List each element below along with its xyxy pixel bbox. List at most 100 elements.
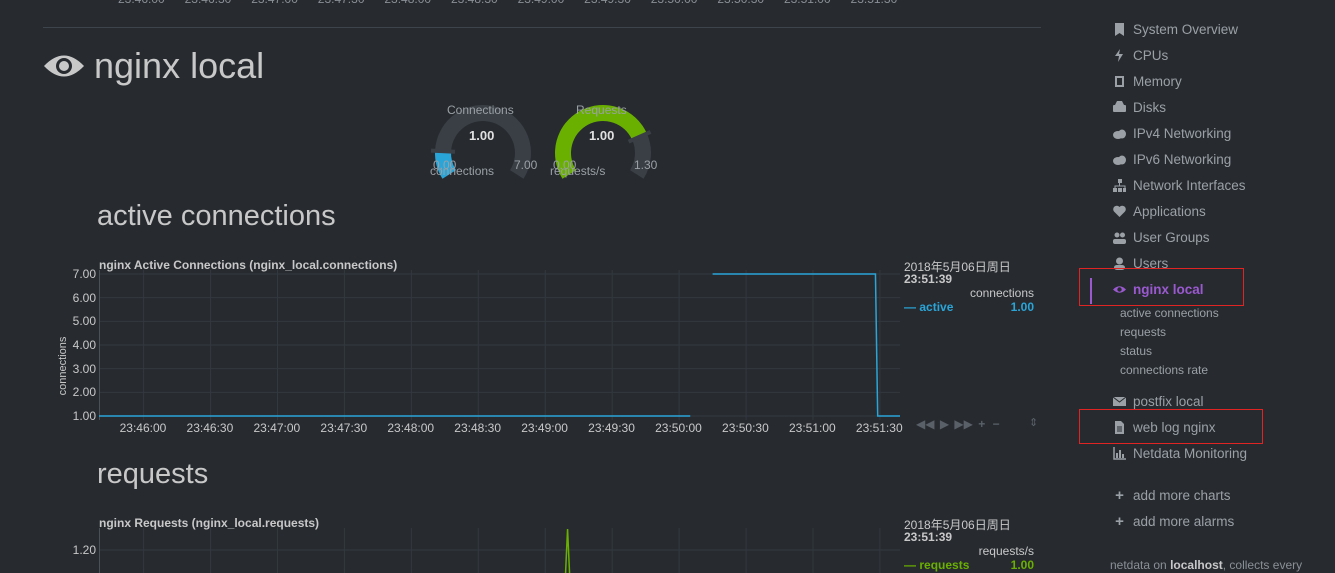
y-tick-label: 2.00	[72, 385, 96, 400]
x-tick-label: 23:46:00	[119, 421, 167, 435]
footer-suffix: , collects every	[1222, 558, 1303, 572]
y-tick-label: 7.00	[72, 267, 96, 281]
footer-host: localhost	[1170, 558, 1223, 572]
sidebar-subitem[interactable]: status	[1120, 344, 1152, 358]
requests-gauge-units: requests/s	[550, 164, 606, 178]
y-tick-label: 6.00	[72, 290, 96, 305]
plus-icon: +	[1115, 513, 1124, 530]
divider	[43, 27, 1041, 28]
forward-icon[interactable]: ▶▶	[954, 417, 972, 431]
connections-gauge-max: 7.00	[514, 158, 538, 172]
sidebar-item-label: Disks	[1133, 100, 1166, 115]
x-tick-label: 23:50:30	[722, 421, 769, 435]
heartbeat-icon	[1113, 205, 1126, 217]
sidebar-item-disks[interactable]: Disks	[1113, 100, 1166, 115]
sidebar-item-label: Network Interfaces	[1133, 178, 1246, 193]
sidebar-item-system-overview[interactable]: System Overview	[1113, 22, 1238, 37]
x-tick-label: 23:47:30	[320, 421, 368, 435]
sidebar-item-label: IPv6 Networking	[1133, 152, 1232, 167]
sidebar-item-ipv4-networking[interactable]: IPv4 Networking	[1113, 126, 1231, 141]
users-icon	[1113, 232, 1126, 244]
bolt-icon	[1115, 49, 1123, 62]
requests-gauge-max: 1.30	[634, 158, 658, 172]
top-axis-tick: 23:47:30	[318, 0, 385, 6]
sitemap-icon	[1113, 179, 1126, 192]
y-axis-label: connections	[57, 336, 69, 396]
highlight-box	[1079, 268, 1244, 306]
sidebar-item-label: Applications	[1133, 204, 1206, 219]
top-axis-tick: 23:46:30	[185, 0, 252, 6]
zoom-out-icon[interactable]: −	[993, 417, 1000, 431]
top-axis-tick: 23:51:30	[851, 0, 918, 6]
sidebar-item-label: User Groups	[1133, 230, 1210, 245]
add-more-alarms-label: add more alarms	[1133, 514, 1235, 529]
gauge-pointer	[430, 148, 456, 154]
sidebar-subitem[interactable]: requests	[1120, 325, 1166, 339]
top-axis-tick: 23:47:00	[251, 0, 318, 6]
hdd-icon	[1113, 101, 1126, 112]
requests-chart[interactable]	[99, 528, 900, 573]
memory-icon	[1115, 76, 1124, 87]
sidebar-item-cpus[interactable]: CPUs	[1113, 48, 1168, 63]
legend-units: connections	[969, 286, 1034, 300]
cloud-icon	[1113, 129, 1126, 139]
sidebar-item-memory[interactable]: Memory	[1113, 74, 1182, 89]
y-tick-label: 5.00	[72, 314, 96, 329]
sidebar-footer: netdata on localhost, collects every	[1110, 558, 1302, 572]
sidebar-item-postfix-local[interactable]: postfix local	[1113, 394, 1204, 409]
legend-time: 23:51:39	[904, 272, 953, 286]
add-more-alarms-link[interactable]: + add more alarms	[1113, 514, 1234, 529]
sidebar-item-ipv6-networking[interactable]: IPv6 Networking	[1113, 152, 1231, 167]
connections-gauge-value: 1.00	[469, 128, 495, 143]
requests-gauge-value: 1.00	[589, 128, 615, 143]
sidebar-subitem[interactable]: active connections	[1120, 306, 1219, 320]
requests-gauge-title: Requests	[576, 103, 627, 117]
x-tick-label: 23:47:00	[253, 421, 301, 435]
chart-toolbar: ◀◀ ▶ ▶▶ + −	[916, 417, 1000, 431]
rewind-icon[interactable]: ◀◀	[916, 417, 934, 431]
x-tick-label: 23:48:00	[387, 421, 435, 435]
connections-chart[interactable]	[99, 270, 900, 420]
legend-units-requests: requests/s	[978, 544, 1034, 558]
sidebar-item-netdata-monitoring[interactable]: Netdata Monitoring	[1113, 446, 1247, 461]
connections-gauge-title: Connections	[447, 103, 514, 117]
top-axis-tick: 23:51:00	[784, 0, 851, 6]
sidebar-subitem[interactable]: connections rate	[1120, 363, 1208, 377]
play-icon[interactable]: ▶	[940, 417, 949, 431]
footer-prefix: netdata on	[1110, 558, 1171, 572]
sidebar-item-applications[interactable]: Applications	[1113, 204, 1206, 219]
x-tick-label: 23:51:30	[855, 421, 903, 435]
y-tick-label: 1.20	[72, 543, 96, 557]
cloud-icon	[1113, 155, 1126, 165]
envelope-icon	[1113, 396, 1126, 406]
top-axis-tick: 23:49:30	[584, 0, 651, 6]
x-tick-label: 23:50:00	[655, 421, 702, 435]
series-line-requests	[564, 528, 571, 573]
sidebar-item-network-interfaces[interactable]: Network Interfaces	[1113, 178, 1246, 193]
top-axis-tick: 23:50:00	[651, 0, 718, 6]
bar-chart-icon	[1113, 447, 1126, 460]
legend-series-active[interactable]: — active	[904, 300, 953, 314]
eye-icon	[44, 55, 84, 77]
plus-icon: +	[1115, 487, 1124, 504]
legend-series-name: active	[919, 300, 954, 314]
legend-series-requests[interactable]: — requests	[904, 558, 969, 572]
sidebar-item-user-groups[interactable]: User Groups	[1113, 230, 1210, 245]
top-axis-tick: 23:48:00	[384, 0, 451, 6]
zoom-in-icon[interactable]: +	[978, 417, 985, 431]
top-axis-ticks: 23:46:0023:46:3023:47:0023:47:3023:48:00…	[118, 0, 917, 6]
legend-value-requests: 1.00	[1010, 558, 1034, 572]
section-heading-requests: requests	[97, 458, 209, 490]
legend-value-active: 1.00	[1010, 300, 1034, 314]
sidebar-item-label: postfix local	[1133, 394, 1204, 409]
x-tick-label: 23:46:30	[186, 421, 234, 435]
highlight-box	[1079, 409, 1263, 444]
page-title: nginx local	[42, 45, 264, 87]
x-tick-label: 23:49:30	[588, 421, 635, 435]
sidebar-item-label: System Overview	[1133, 22, 1239, 37]
add-more-charts-link[interactable]: + add more charts	[1113, 487, 1230, 504]
top-axis-tick: 23:48:30	[451, 0, 518, 6]
x-tick-label: 23:48:30	[454, 421, 502, 435]
resize-handle-icon[interactable]: ⇕	[1029, 416, 1038, 429]
top-axis-tick: 23:49:00	[518, 0, 585, 6]
